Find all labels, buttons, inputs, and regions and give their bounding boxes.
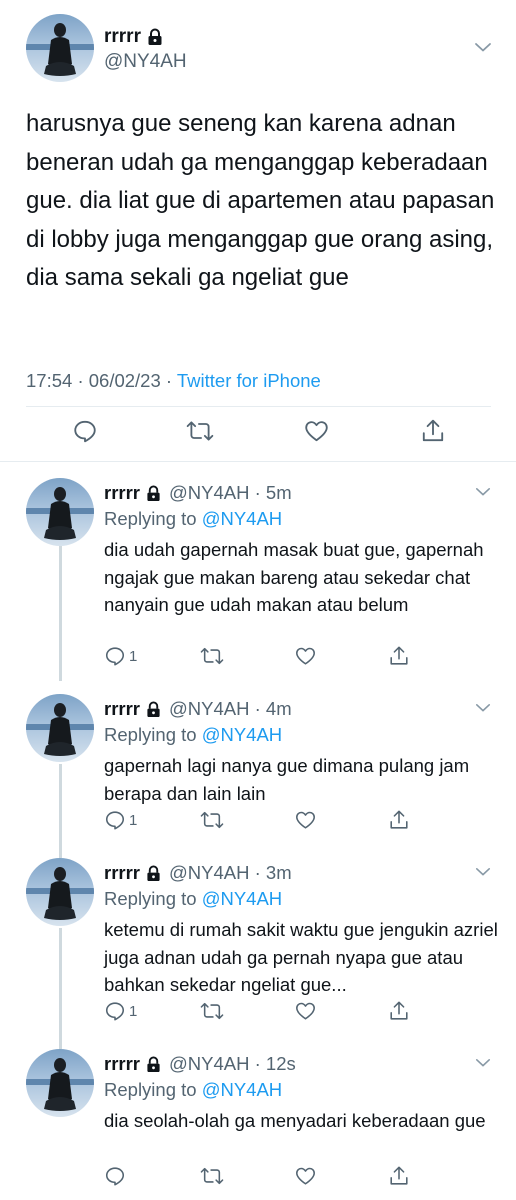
tweet-metadata: 17:54 · 06/02/23 · Twitter for iPhone [26, 370, 321, 392]
avatar[interactable] [26, 1049, 94, 1117]
reply-tweet: rrrrr @NY4AH · 12s Replying to @NY4AH di… [0, 1049, 516, 1199]
like-icon[interactable] [294, 1000, 317, 1022]
reply-text: dia udah gapernah masak buat gue, gapern… [104, 539, 484, 615]
reply-count: 1 [129, 647, 138, 665]
chevron-down-icon[interactable] [475, 1055, 491, 1073]
replying-prefix: Replying to [104, 888, 197, 909]
avatar[interactable] [26, 694, 94, 762]
lock-icon [146, 485, 161, 502]
like-icon[interactable] [294, 809, 317, 831]
main-tweet: rrrrr @NY4AH harusnya gue seneng kan kar… [0, 0, 516, 462]
display-name[interactable]: rrrrr [104, 482, 140, 504]
reply-icon [104, 809, 126, 831]
share-icon[interactable] [388, 645, 410, 667]
chevron-down-icon[interactable] [474, 40, 492, 58]
tweet-source-link[interactable]: Twitter for iPhone [177, 370, 321, 391]
reply-icon [104, 1000, 126, 1022]
avatar[interactable] [26, 858, 94, 926]
reply-button[interactable]: 1 [104, 645, 137, 667]
reply-text: ketemu di rumah sakit waktu gue jengukin… [104, 919, 498, 995]
reply-tweet: rrrrr @NY4AH · 3m Replying to @NY4AH ket… [0, 858, 516, 1030]
handle[interactable]: @NY4AH [104, 51, 187, 73]
divider [26, 406, 491, 407]
handle-timestamp[interactable]: @NY4AH · 12s [169, 1053, 296, 1075]
retweet-icon[interactable] [200, 1000, 224, 1022]
chevron-down-icon[interactable] [475, 484, 491, 502]
replying-prefix: Replying to [104, 508, 197, 529]
reply-icon [104, 645, 126, 667]
author-name-row: rrrrr [104, 26, 163, 48]
like-icon[interactable] [303, 418, 330, 449]
author-name-row: rrrrr @NY4AH · 4m [104, 698, 292, 720]
main-action-bar [0, 418, 516, 452]
reply-tweet: rrrrr @NY4AH · 4m Replying to @NY4AH gap… [0, 694, 516, 838]
display-name[interactable]: rrrrr [104, 862, 140, 884]
handle-timestamp[interactable]: @NY4AH · 3m [169, 862, 292, 884]
replying-to: Replying to @NY4AH [104, 888, 282, 910]
share-icon[interactable] [388, 1165, 410, 1187]
handle-timestamp[interactable]: @NY4AH · 4m [169, 698, 292, 720]
reply-icon[interactable] [72, 418, 98, 449]
reply-action-bar: 1 [104, 645, 424, 671]
lock-icon [146, 701, 161, 718]
mention-link[interactable]: @NY4AH [202, 1079, 282, 1100]
mention-link[interactable]: @NY4AH [202, 724, 282, 745]
retweet-icon[interactable] [200, 645, 224, 667]
section-divider [0, 461, 516, 462]
replying-to: Replying to @NY4AH [104, 724, 282, 746]
replying-to: Replying to @NY4AH [104, 1079, 282, 1101]
lock-icon [146, 865, 161, 882]
mention-link[interactable]: @NY4AH [202, 508, 282, 529]
lock-icon [146, 1056, 161, 1073]
tweet-date: 06/02/23 [88, 370, 161, 391]
display-name[interactable]: rrrrr [104, 698, 140, 720]
reply-button[interactable]: 1 [104, 809, 137, 831]
like-icon[interactable] [294, 1165, 317, 1187]
chevron-down-icon[interactable] [475, 864, 491, 882]
meta-separator: · [165, 370, 177, 391]
display-name[interactable]: rrrrr [104, 26, 141, 48]
reply-action-bar: 1 [104, 809, 424, 835]
reply-action-bar: 1 [104, 1000, 424, 1026]
author-name-row: rrrrr @NY4AH · 3m [104, 862, 292, 884]
mention-link[interactable]: @NY4AH [202, 888, 282, 909]
reply-text: gapernah lagi nanya gue dimana pulang ja… [104, 755, 470, 804]
share-icon[interactable] [388, 1000, 410, 1022]
reply-button[interactable]: 1 [104, 1000, 137, 1022]
chevron-down-icon[interactable] [475, 700, 491, 718]
replying-prefix: Replying to [104, 1079, 197, 1100]
avatar[interactable] [26, 14, 94, 82]
retweet-icon[interactable] [186, 418, 214, 449]
handle-timestamp[interactable]: @NY4AH · 5m [169, 482, 292, 504]
retweet-icon[interactable] [200, 1165, 224, 1187]
reply-text: dia seolah-olah ga menyadari keberadaan … [104, 1110, 486, 1131]
retweet-icon[interactable] [200, 809, 224, 831]
reply-action-bar [104, 1165, 424, 1191]
share-icon[interactable] [388, 809, 410, 831]
author-name-row: rrrrr @NY4AH · 12s [104, 1053, 296, 1075]
share-icon[interactable] [420, 418, 446, 449]
tweet-text: harusnya gue seneng kan karena adnan ben… [26, 110, 495, 291]
like-icon[interactable] [294, 645, 317, 667]
tweet-time: 17:54 [26, 370, 73, 391]
reply-count: 1 [129, 1002, 138, 1020]
display-name[interactable]: rrrrr [104, 1053, 140, 1075]
replying-prefix: Replying to [104, 724, 197, 745]
lock-icon [147, 28, 163, 46]
meta-separator: · [77, 370, 89, 391]
author-name-row: rrrrr @NY4AH · 5m [104, 482, 292, 504]
reply-count: 1 [129, 811, 138, 829]
reply-icon [104, 1165, 126, 1187]
avatar[interactable] [26, 478, 94, 546]
reply-button[interactable] [104, 1165, 129, 1187]
reply-tweet: rrrrr @NY4AH · 5m Replying to @NY4AH dia… [0, 478, 516, 674]
replying-to: Replying to @NY4AH [104, 508, 282, 530]
